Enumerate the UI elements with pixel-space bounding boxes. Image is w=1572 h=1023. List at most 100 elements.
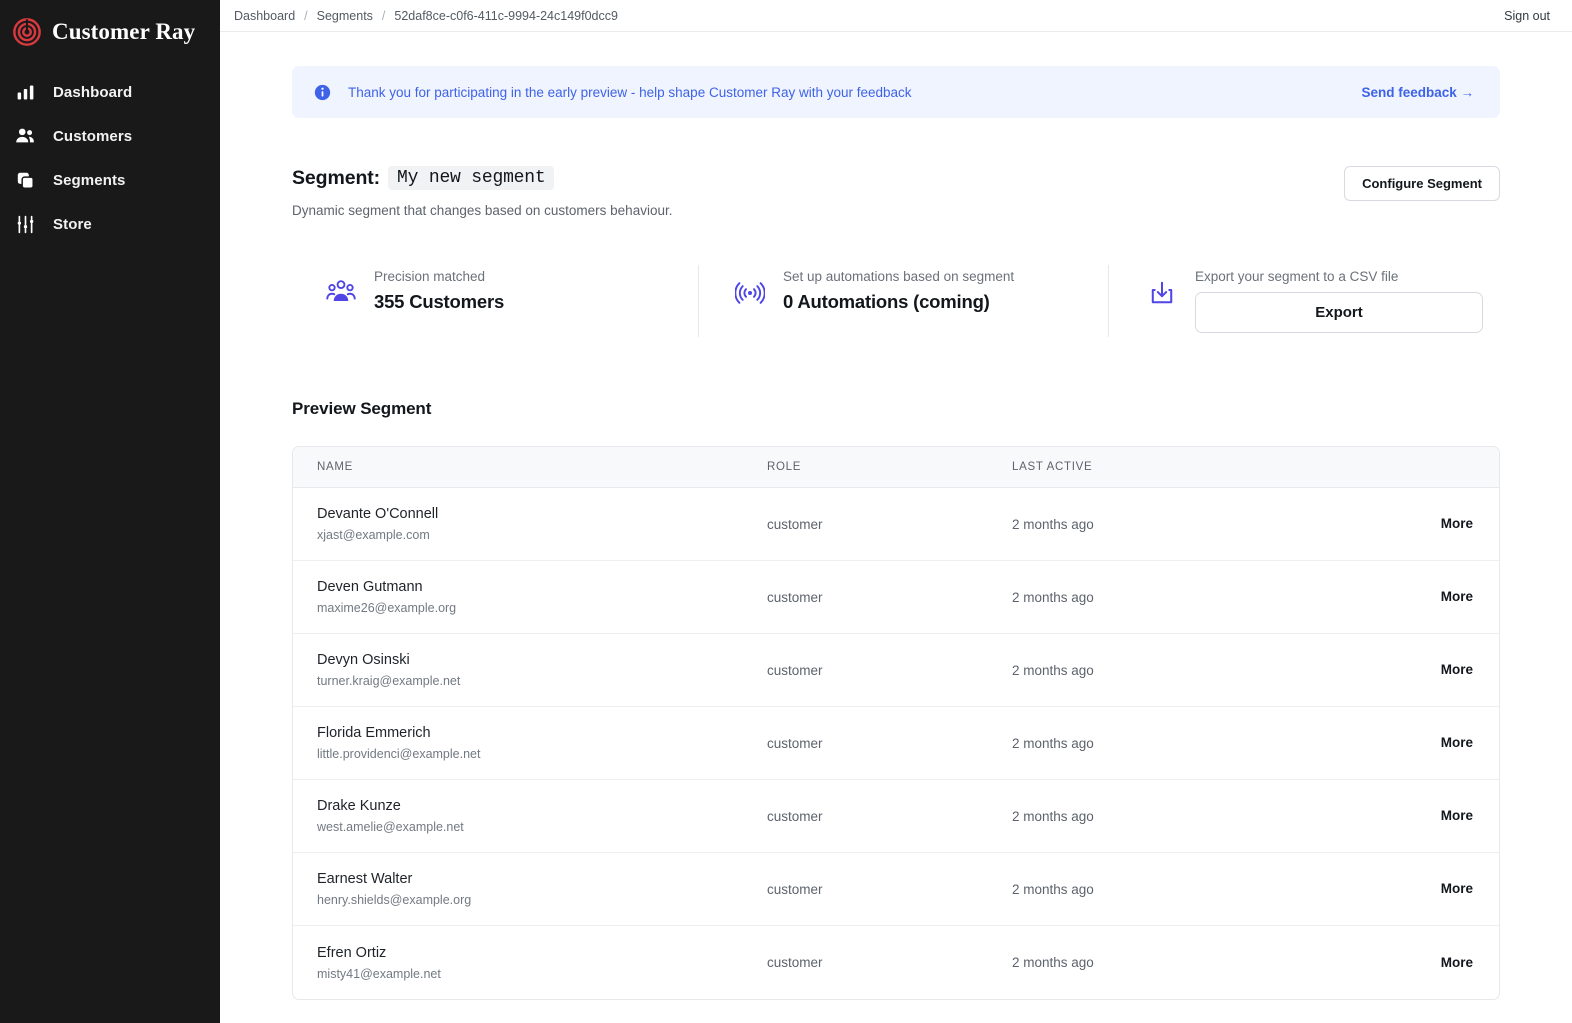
segment-label: Segment: bbox=[292, 166, 381, 189]
customer-role: customer bbox=[767, 516, 823, 532]
cell-customer: Devyn Osinski turner.kraig@example.net bbox=[293, 652, 767, 688]
column-header-name: NAME bbox=[317, 461, 354, 473]
column-header-last-active: LAST ACTIVE bbox=[1012, 461, 1093, 473]
stat-body: Precision matched 355 Customers bbox=[374, 269, 504, 313]
main-area: Dashboard / Segments / 52daf8ce-c0f6-411… bbox=[220, 0, 1572, 1023]
customer-last-active: 2 months ago bbox=[1012, 589, 1094, 605]
table-row: Earnest Walter henry.shields@example.org c… bbox=[293, 853, 1499, 926]
info-icon bbox=[314, 84, 331, 101]
table-row: Devante O'Connell xjast@example.com custom… bbox=[293, 488, 1499, 561]
stat-automations: Set up automations based on segment 0 Au… bbox=[698, 265, 1108, 337]
row-actions: More bbox=[1382, 880, 1499, 898]
customer-email: turner.kraig@example.net bbox=[317, 674, 461, 688]
breadcrumb-item-segments[interactable]: Segments bbox=[317, 9, 373, 23]
layers-icon bbox=[13, 168, 37, 192]
stat-body: Set up automations based on segment 0 Au… bbox=[783, 269, 1014, 313]
sliders-icon bbox=[13, 212, 37, 236]
row-actions: More bbox=[1382, 734, 1499, 752]
more-button[interactable]: More bbox=[1441, 589, 1473, 604]
preview-banner: Thank you for participating in the early… bbox=[292, 66, 1500, 118]
bar-chart-icon bbox=[13, 80, 37, 104]
customer-name: Florida Emmerich bbox=[317, 725, 431, 741]
row-actions: More bbox=[1382, 954, 1499, 972]
table-body: Devante O'Connell xjast@example.com custom… bbox=[293, 488, 1499, 999]
stat-caption: Export your segment to a CSV file bbox=[1195, 269, 1399, 284]
customer-name: Deven Gutmann bbox=[317, 579, 423, 595]
customer-role: customer bbox=[767, 881, 823, 897]
cell-customer: Deven Gutmann maxime26@example.org bbox=[293, 579, 767, 615]
brand-name: Customer Ray bbox=[52, 19, 196, 44]
customer-name: Drake Kunze bbox=[317, 798, 401, 814]
customer-last-active: 2 months ago bbox=[1012, 881, 1094, 897]
customer-email: west.amelie@example.net bbox=[317, 820, 464, 834]
table-row: Florida Emmerich little.providenci@exampl… bbox=[293, 707, 1499, 780]
topbar: Dashboard / Segments / 52daf8ce-c0f6-411… bbox=[220, 0, 1572, 32]
more-button[interactable]: More bbox=[1441, 662, 1473, 677]
table-header-row: NAME ROLE LAST ACTIVE bbox=[293, 447, 1499, 488]
users-icon bbox=[13, 124, 37, 148]
column-header-role: ROLE bbox=[767, 461, 802, 473]
customer-role: customer bbox=[767, 955, 823, 970]
sidebar: Customer Ray Dashboard Customers Segment… bbox=[0, 0, 220, 1023]
more-button[interactable]: More bbox=[1441, 881, 1473, 896]
customer-last-active: 2 months ago bbox=[1012, 955, 1094, 970]
sign-out-button[interactable]: Sign out bbox=[1504, 9, 1550, 23]
broadcast-icon bbox=[734, 278, 766, 308]
row-actions: More bbox=[1382, 661, 1499, 679]
page-title: Segment: My new segment bbox=[292, 166, 672, 190]
page-content: Thank you for participating in the early… bbox=[220, 66, 1572, 1000]
customer-email: misty41@example.net bbox=[317, 966, 441, 981]
app-root: Customer Ray Dashboard Customers Segment… bbox=[0, 0, 1572, 1023]
export-button[interactable]: Export bbox=[1195, 292, 1483, 333]
customer-role: customer bbox=[767, 662, 823, 678]
cell-customer: Devante O'Connell xjast@example.com bbox=[293, 506, 767, 542]
sidebar-item-dashboard[interactable]: Dashboard bbox=[0, 70, 220, 114]
row-actions: More bbox=[1382, 588, 1499, 606]
stat-caption: Precision matched bbox=[374, 269, 486, 284]
people-group-icon bbox=[326, 278, 356, 308]
sidebar-nav: Dashboard Customers Segments Store bbox=[0, 70, 220, 246]
more-button[interactable]: More bbox=[1441, 955, 1473, 970]
sidebar-item-label: Customers bbox=[53, 127, 133, 145]
customer-name: Efren Ortiz bbox=[317, 944, 387, 961]
breadcrumb-item-dashboard[interactable]: Dashboard bbox=[234, 9, 295, 23]
stat-export: Export your segment to a CSV file Export bbox=[1108, 265, 1508, 337]
stat-value: 355 Customers bbox=[374, 291, 505, 312]
more-button[interactable]: More bbox=[1441, 735, 1473, 750]
send-feedback-link[interactable]: Send feedback → bbox=[1361, 85, 1474, 100]
customer-last-active: 2 months ago bbox=[1012, 516, 1094, 532]
cell-customer: Drake Kunze west.amelie@example.net bbox=[293, 798, 767, 834]
stat-body: Export your segment to a CSV file Export bbox=[1195, 269, 1483, 333]
customer-role: customer bbox=[767, 808, 823, 824]
breadcrumb-item-segment-id: 52daf8ce-c0f6-411c-9994-24c149f0dcc9 bbox=[394, 8, 618, 23]
segment-header: Segment: My new segment Dynamic segment … bbox=[292, 166, 1500, 218]
more-button[interactable]: More bbox=[1441, 808, 1473, 823]
banner-message: Thank you for participating in the early… bbox=[314, 84, 912, 101]
sidebar-item-segments[interactable]: Segments bbox=[0, 158, 220, 202]
table-row: Drake Kunze west.amelie@example.net custom… bbox=[293, 780, 1499, 853]
customer-last-active: 2 months ago bbox=[1012, 735, 1094, 751]
sidebar-item-store[interactable]: Store bbox=[0, 202, 220, 246]
segment-description: Dynamic segment that changes based on cu… bbox=[292, 203, 673, 218]
stat-value: 0 Automations (coming) bbox=[783, 291, 990, 312]
cell-customer: Florida Emmerich little.providenci@exampl… bbox=[293, 725, 767, 761]
row-actions: More bbox=[1382, 807, 1499, 825]
preview-segment-title: Preview Segment bbox=[292, 399, 432, 418]
cell-customer: Earnest Walter henry.shields@example.org bbox=[293, 871, 767, 907]
preview-table: NAME ROLE LAST ACTIVE Devante O'Connell x… bbox=[292, 446, 1500, 1000]
sidebar-item-label: Segments bbox=[53, 171, 126, 189]
cell-customer: Efren Ortiz misty41@example.net bbox=[293, 945, 767, 981]
banner-text: Thank you for participating in the early… bbox=[348, 84, 912, 100]
customer-name: Earnest Walter bbox=[317, 871, 413, 887]
configure-segment-button[interactable]: Configure Segment bbox=[1344, 166, 1500, 201]
stat-caption: Set up automations based on segment bbox=[783, 269, 1015, 284]
breadcrumb: Dashboard / Segments / 52daf8ce-c0f6-411… bbox=[234, 9, 618, 23]
customer-email: maxime26@example.org bbox=[317, 601, 457, 615]
table-row: Efren Ortiz misty41@example.net customer 2 … bbox=[293, 926, 1499, 999]
more-button[interactable]: More bbox=[1441, 516, 1473, 531]
table-row: Devyn Osinski turner.kraig@example.net cus… bbox=[293, 634, 1499, 707]
customer-role: customer bbox=[767, 735, 823, 751]
brand[interactable]: Customer Ray bbox=[0, 0, 220, 60]
sidebar-item-customers[interactable]: Customers bbox=[0, 114, 220, 158]
customer-name: Devante O'Connell bbox=[317, 506, 439, 522]
